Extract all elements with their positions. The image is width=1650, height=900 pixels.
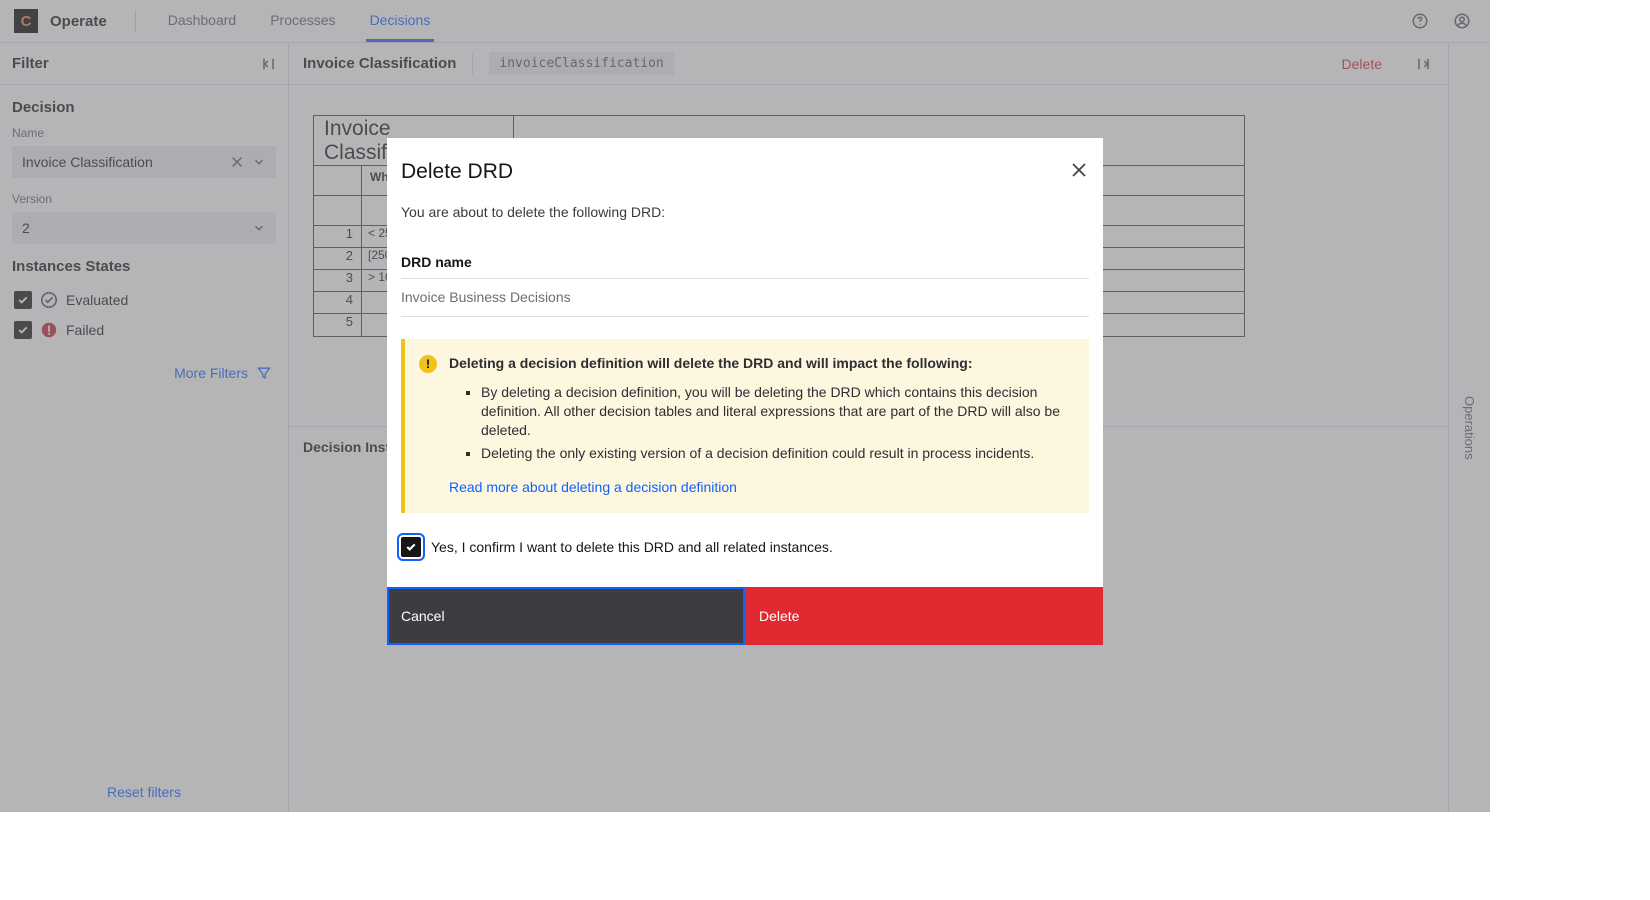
confirm-delete-button[interactable]: Delete xyxy=(745,587,1103,645)
cancel-button[interactable]: Cancel xyxy=(387,587,745,645)
confirm-row[interactable]: Yes, I confirm I want to delete this DRD… xyxy=(401,513,1089,563)
drd-name-label: DRD name xyxy=(401,254,1089,279)
warning-item: Deleting the only existing version of a … xyxy=(481,442,1073,465)
warning-box: ! Deleting a decision definition will de… xyxy=(401,339,1089,513)
modal-intro-text: You are about to delete the following DR… xyxy=(401,184,1089,254)
close-icon[interactable] xyxy=(1069,160,1089,180)
confirm-checkbox[interactable] xyxy=(401,537,421,557)
confirm-label: Yes, I confirm I want to delete this DRD… xyxy=(431,539,833,555)
drd-name-value: Invoice Business Decisions xyxy=(401,279,1089,317)
delete-drd-modal: Delete DRD You are about to delete the f… xyxy=(387,138,1103,645)
warning-icon: ! xyxy=(419,355,437,373)
warning-item: By deleting a decision definition, you w… xyxy=(481,381,1073,442)
warning-docs-link[interactable]: Read more about deleting a decision defi… xyxy=(449,479,1073,495)
modal-overlay: Delete DRD You are about to delete the f… xyxy=(0,0,1490,812)
modal-footer: Cancel Delete xyxy=(387,587,1103,645)
warning-title: Deleting a decision definition will dele… xyxy=(449,355,1073,371)
modal-title: Delete DRD xyxy=(401,160,513,184)
